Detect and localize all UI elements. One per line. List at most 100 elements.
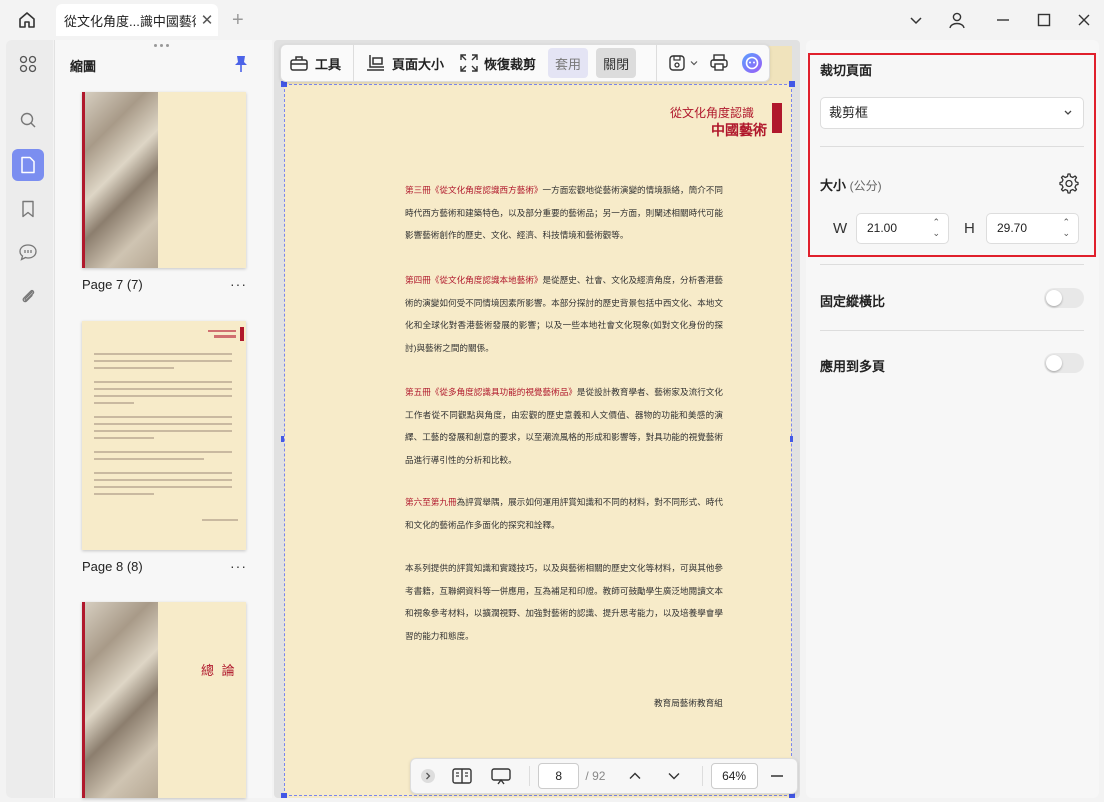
- chevron-right-icon: [420, 769, 435, 783]
- crop-toolbar: 工具 頁面大小 恢復裁剪 套用 關閉: [280, 44, 771, 82]
- mini-text-line: [94, 458, 204, 460]
- toggle-knob: [1046, 290, 1062, 306]
- height-stepper[interactable]: ⌃ ⌄: [1062, 217, 1070, 239]
- divider: [820, 146, 1084, 147]
- tools-label: 工具: [315, 56, 342, 72]
- bookmark-icon[interactable]: [12, 193, 44, 225]
- body-paragraph: 第三冊《從文化角度認識西方藝術》一方面宏觀地從藝術演變的情境脈絡，簡介不同時代西…: [405, 185, 723, 240]
- left-rail: [6, 40, 53, 798]
- mini-header: [208, 330, 236, 332]
- crop-handle[interactable]: [281, 793, 287, 798]
- page-thumbnail-8[interactable]: [82, 321, 246, 550]
- apps-grid-icon[interactable]: [12, 48, 44, 80]
- width-stepper[interactable]: ⌃ ⌄: [932, 217, 940, 239]
- page-signoff: 教育局藝術教育組: [654, 698, 723, 708]
- more-options-icon[interactable]: ···: [230, 558, 247, 574]
- expand-icon: [460, 54, 478, 72]
- ink-painting-image: [82, 92, 158, 268]
- collapse-bar-button[interactable]: [413, 761, 442, 791]
- mini-text-line: [94, 430, 232, 432]
- chevron-up-icon: [629, 772, 641, 779]
- thumbnail-panel-title: 縮圖: [70, 59, 97, 74]
- width-value: 21.00: [867, 221, 898, 235]
- panel-grip[interactable]: [154, 44, 174, 48]
- print-button[interactable]: [703, 48, 735, 78]
- thumbnails-icon[interactable]: [12, 149, 44, 181]
- page-thumbnail-9[interactable]: 總 論: [82, 602, 246, 798]
- mini-text-line: [94, 479, 232, 481]
- crop-handle[interactable]: [789, 81, 795, 87]
- crop-handle[interactable]: [790, 436, 793, 442]
- mini-red-tab: [240, 327, 244, 341]
- body-paragraph: 本系列提供的評賞知識和實踐技巧，以及與藝術相關的歷史文化等材料，可與其他參考書籍…: [405, 563, 723, 641]
- divider: [529, 766, 531, 786]
- total-pages: / 92: [585, 769, 606, 783]
- height-label: H: [964, 220, 975, 237]
- apply-multiple-pages-label: 應用到多頁: [820, 359, 886, 374]
- search-icon[interactable]: [12, 104, 44, 136]
- body-paragraph: 第四冊《從文化角度認識本地藝術》是從歷史、社會、文化及經濟角度，分析香港藝術的演…: [405, 275, 723, 353]
- mini-text-line: [94, 388, 232, 390]
- height-input[interactable]: 29.70 ⌃ ⌄: [986, 213, 1079, 244]
- next-page-button[interactable]: [654, 761, 693, 791]
- zoom-out-button[interactable]: [758, 761, 797, 791]
- divider: [820, 330, 1084, 331]
- two-page-view-button[interactable]: [442, 761, 481, 791]
- height-value: 29.70: [997, 221, 1028, 235]
- close-tab-icon[interactable]: ✕: [196, 11, 218, 29]
- mini-text-line: [94, 395, 232, 397]
- red-page-tab: [772, 103, 782, 133]
- page-size-label: 頁面大小: [392, 56, 445, 72]
- save-menu-button[interactable]: [663, 48, 703, 78]
- document-viewer[interactable]: 工具 頁面大小 恢復裁剪 套用 關閉 從文化角度認識 中國藝術 第三冊《從文化角…: [274, 40, 800, 798]
- mini-text-line: [94, 451, 232, 453]
- page-size-button[interactable]: 頁面大小: [358, 48, 452, 78]
- presentation-icon: [491, 768, 512, 785]
- tools-button[interactable]: 工具: [281, 48, 349, 78]
- new-tab-icon[interactable]: +: [232, 10, 244, 30]
- red-spine-bar: [82, 602, 85, 798]
- home-icon[interactable]: [14, 9, 40, 31]
- ai-assistant-button[interactable]: [735, 48, 769, 78]
- crop-mode-select[interactable]: 裁剪框: [820, 97, 1084, 129]
- crop-page-title: 裁切頁面: [820, 63, 873, 78]
- lock-aspect-ratio-toggle[interactable]: [1044, 288, 1084, 308]
- close-window-icon[interactable]: [1073, 10, 1095, 30]
- mini-text-line: [94, 423, 232, 425]
- presentation-button[interactable]: [482, 761, 521, 791]
- print-icon: [710, 54, 728, 71]
- account-icon[interactable]: [946, 10, 968, 30]
- crop-handle[interactable]: [281, 436, 284, 442]
- mini-text-line: [94, 493, 154, 495]
- page-size-icon: [367, 55, 385, 71]
- body-paragraph: 第五冊《從多角度認識具功能的視覺藝術品》是從設計教育學者、藝術家及流行文化工作者…: [405, 387, 723, 465]
- attachment-icon[interactable]: [12, 280, 44, 312]
- minus-icon: [771, 775, 784, 777]
- current-page-input[interactable]: 8: [538, 763, 580, 789]
- comment-icon[interactable]: [12, 236, 44, 268]
- gear-icon[interactable]: [1057, 172, 1079, 199]
- width-label: W: [833, 220, 848, 237]
- maximize-icon[interactable]: [1033, 10, 1055, 30]
- close-crop-button[interactable]: 關閉: [596, 48, 637, 78]
- width-input[interactable]: 21.00 ⌃ ⌄: [856, 213, 949, 244]
- mini-text-line: [94, 381, 232, 383]
- mini-signoff-line: [202, 519, 238, 521]
- apply-multiple-pages-toggle[interactable]: [1044, 353, 1084, 373]
- thumbnail-heading: 總 論: [201, 663, 237, 678]
- zoom-level[interactable]: 64%: [710, 763, 758, 789]
- restore-crop-button[interactable]: 恢復裁剪: [452, 48, 544, 78]
- toolbar-divider: [353, 44, 355, 82]
- previous-page-button[interactable]: [615, 761, 654, 791]
- pin-icon[interactable]: [233, 55, 249, 78]
- apply-button[interactable]: 套用: [548, 48, 589, 78]
- mini-text-line: [94, 437, 154, 439]
- page-thumbnail-7[interactable]: [82, 92, 246, 268]
- more-options-icon[interactable]: ···: [230, 276, 247, 292]
- crop-mode-value: 裁剪框: [829, 105, 869, 120]
- chevron-down-icon[interactable]: [905, 10, 927, 30]
- chevron-down-icon: [668, 773, 680, 780]
- minimize-icon[interactable]: [992, 10, 1014, 30]
- page-header-subtitle: 從文化角度認識: [670, 106, 755, 120]
- document-tab[interactable]: 從文化角度...識中國藝術 ✕: [56, 4, 218, 36]
